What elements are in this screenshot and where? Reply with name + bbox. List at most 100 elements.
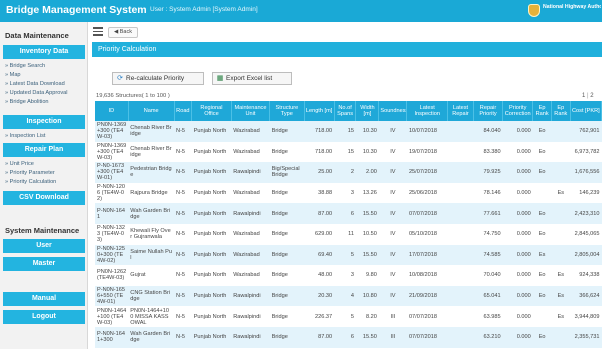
table-cell: 6	[334, 203, 356, 224]
table-cell: Bridge	[269, 265, 304, 286]
back-button[interactable]: ◀ Back	[108, 27, 138, 38]
table-row[interactable]: PN0N-1369+300 (TE4W-03) Chenab River Brid…	[95, 121, 602, 142]
table-cell: 10/08/2018	[406, 265, 448, 286]
recalculate-priority-button[interactable]: ⟳ Re-calculate Priority	[112, 72, 204, 85]
table-cell: IV	[378, 203, 407, 224]
table-cell: 924,338	[570, 265, 602, 286]
column-header[interactable]: Ep Rank	[551, 101, 571, 121]
table-cell: P-N0N-1250+300 (TE4W-02)	[95, 244, 129, 266]
link-priority-calculation[interactable]: » Priority Calculation	[5, 179, 56, 185]
table-cell	[447, 121, 474, 142]
table-row[interactable]: P-N0N-1323 (TE4W-03) Khewali Fly Over Guj…	[95, 223, 602, 245]
column-header[interactable]: Ep Rank	[532, 101, 552, 121]
table-row[interactable]: P-N0-1673+300 (TE4W-01) Pedestrian Bridge…	[95, 162, 602, 183]
column-header[interactable]: No.of Spans	[334, 101, 357, 121]
column-header[interactable]: Soundness	[378, 101, 408, 121]
table-cell: Khewali Fly Over Gujranwala	[128, 223, 175, 245]
column-header[interactable]: Structure Type	[269, 101, 305, 121]
column-header[interactable]: Cost [PKR]	[570, 101, 602, 121]
table-row[interactable]: PN0N-1464+100 (TE4W-03) PN0N-1464+100 MIS…	[95, 306, 602, 327]
table-cell: 0.000	[502, 326, 533, 348]
link-map[interactable]: » Map	[5, 72, 21, 78]
user-button[interactable]: User	[3, 239, 85, 253]
column-header[interactable]: Width [m]	[355, 101, 380, 121]
table-cell: 83.380	[473, 141, 503, 163]
table-cell: 78.146	[473, 182, 503, 204]
column-header[interactable]: Length [m]	[304, 101, 335, 121]
table-cell: 0.000	[502, 244, 533, 266]
logout-button[interactable]: Logout	[3, 310, 85, 324]
link-priority-parameter[interactable]: » Priority Parameter	[5, 170, 55, 176]
export-excel-button[interactable]: ▦ Export Excel list	[212, 72, 292, 85]
table-cell: P-N0-1673+300 (TE4W-01)	[95, 162, 129, 183]
table-cell: 6	[334, 326, 356, 348]
table-row[interactable]: P-N0N-1641+300 Wah Garden Bridge N-5 Punjab…	[95, 326, 602, 348]
link-bridge-abolition[interactable]: » Bridge Abolition	[5, 99, 49, 105]
hamburger-icon[interactable]	[93, 27, 103, 36]
link-updated-data-approval[interactable]: » Updated Data Approval	[5, 90, 68, 96]
table-cell: 0.000	[502, 203, 533, 224]
page-next[interactable]: 2	[590, 93, 593, 99]
table-cell: CNG Station Bridge	[128, 285, 175, 307]
master-button[interactable]: Master	[3, 257, 85, 271]
table-row[interactable]: PN0N-1369+300 (TE4W-03) Chenab River Brid…	[95, 141, 602, 163]
table-cell: N-5	[174, 244, 192, 266]
link-bridge-search[interactable]: » Bridge Search	[5, 63, 45, 69]
column-header[interactable]: Latest Inspection	[406, 101, 448, 121]
table-cell: 366,624	[570, 285, 602, 307]
app-title: Bridge Management System	[6, 4, 147, 16]
table-cell: 10.30	[355, 141, 379, 163]
table-row[interactable]: P-N0N-1250+300 (TE4W-02) Saime Nullah Pul…	[95, 244, 602, 266]
repair-plan-button[interactable]: Repair Plan	[3, 143, 85, 157]
table-cell: Bridge	[269, 182, 304, 204]
table-cell	[551, 326, 571, 348]
table-cell: 69.40	[304, 244, 335, 266]
table-cell: Eo	[532, 326, 552, 348]
table-cell: 87.00	[304, 326, 335, 348]
column-header[interactable]: Road	[174, 101, 193, 121]
table-cell: Rajpura Bridge	[128, 182, 175, 204]
table-cell: 0.000	[502, 223, 533, 245]
inventory-data-button[interactable]: Inventory Data	[3, 45, 85, 59]
table-cell: Bridge	[269, 121, 304, 142]
table-cell: N-5	[174, 121, 192, 142]
column-header[interactable]: Regional Office	[191, 101, 232, 121]
table-cell: 762,901	[570, 121, 602, 142]
link-inspection-list[interactable]: » Inspection List	[5, 133, 45, 139]
column-header[interactable]: Repair Priority	[473, 101, 504, 121]
table-cell: Wah Garden Bridge	[128, 326, 175, 348]
column-header[interactable]: Latest Repair	[447, 101, 474, 121]
table-cell	[551, 162, 571, 183]
table-cell: PN0N-1262 (TE4W-03)	[95, 265, 129, 286]
csv-download-button[interactable]: CSV Download	[3, 191, 85, 205]
table-cell: 38.88	[304, 182, 335, 204]
column-header[interactable]: Priority Correction	[502, 101, 534, 121]
table-cell: Rawalpindi	[231, 203, 270, 224]
table-cell: 3,944,809	[570, 306, 602, 327]
table-cell	[532, 306, 552, 327]
column-header[interactable]: Name	[128, 101, 175, 121]
table-cell: 74.585	[473, 244, 503, 266]
table-cell	[447, 223, 474, 245]
table-cell: Bridge	[269, 285, 304, 307]
table-row[interactable]: P-N0N-1206 (TE4W-02) Rajpura Bridge N-5 Pun…	[95, 182, 602, 204]
table-cell	[551, 203, 571, 224]
link-unit-price[interactable]: » Unit Price	[5, 161, 34, 167]
table-cell	[447, 326, 474, 348]
link-latest-data-download[interactable]: » Latest Data Download	[5, 81, 65, 87]
table-cell: Wazirabad	[231, 141, 270, 163]
table-row[interactable]: P-N0N-1656+550 (TE4W-01) CNG Station Brid…	[95, 285, 602, 307]
table-cell: Pedestrian Bridge	[128, 162, 175, 183]
table-cell: IV	[378, 244, 407, 266]
table-cell: IV	[378, 265, 407, 286]
table-cell: 10/07/2018	[406, 121, 448, 142]
inspection-button[interactable]: Inspection	[3, 115, 85, 129]
table-row[interactable]: P-N0N-1641 Wah Garden Bridge N-5 Punjab Nor…	[95, 203, 602, 224]
table-cell: 87.00	[304, 203, 335, 224]
table-row[interactable]: PN0N-1262 (TE4W-03) Gujrat N-5 Punjab North…	[95, 265, 602, 286]
column-header[interactable]: Maintenance Unit	[231, 101, 271, 121]
table-cell: 21/09/2018	[406, 285, 448, 307]
manual-button[interactable]: Manual	[3, 292, 85, 306]
column-header[interactable]: ID	[95, 101, 129, 121]
page-current[interactable]: 1	[582, 93, 585, 99]
